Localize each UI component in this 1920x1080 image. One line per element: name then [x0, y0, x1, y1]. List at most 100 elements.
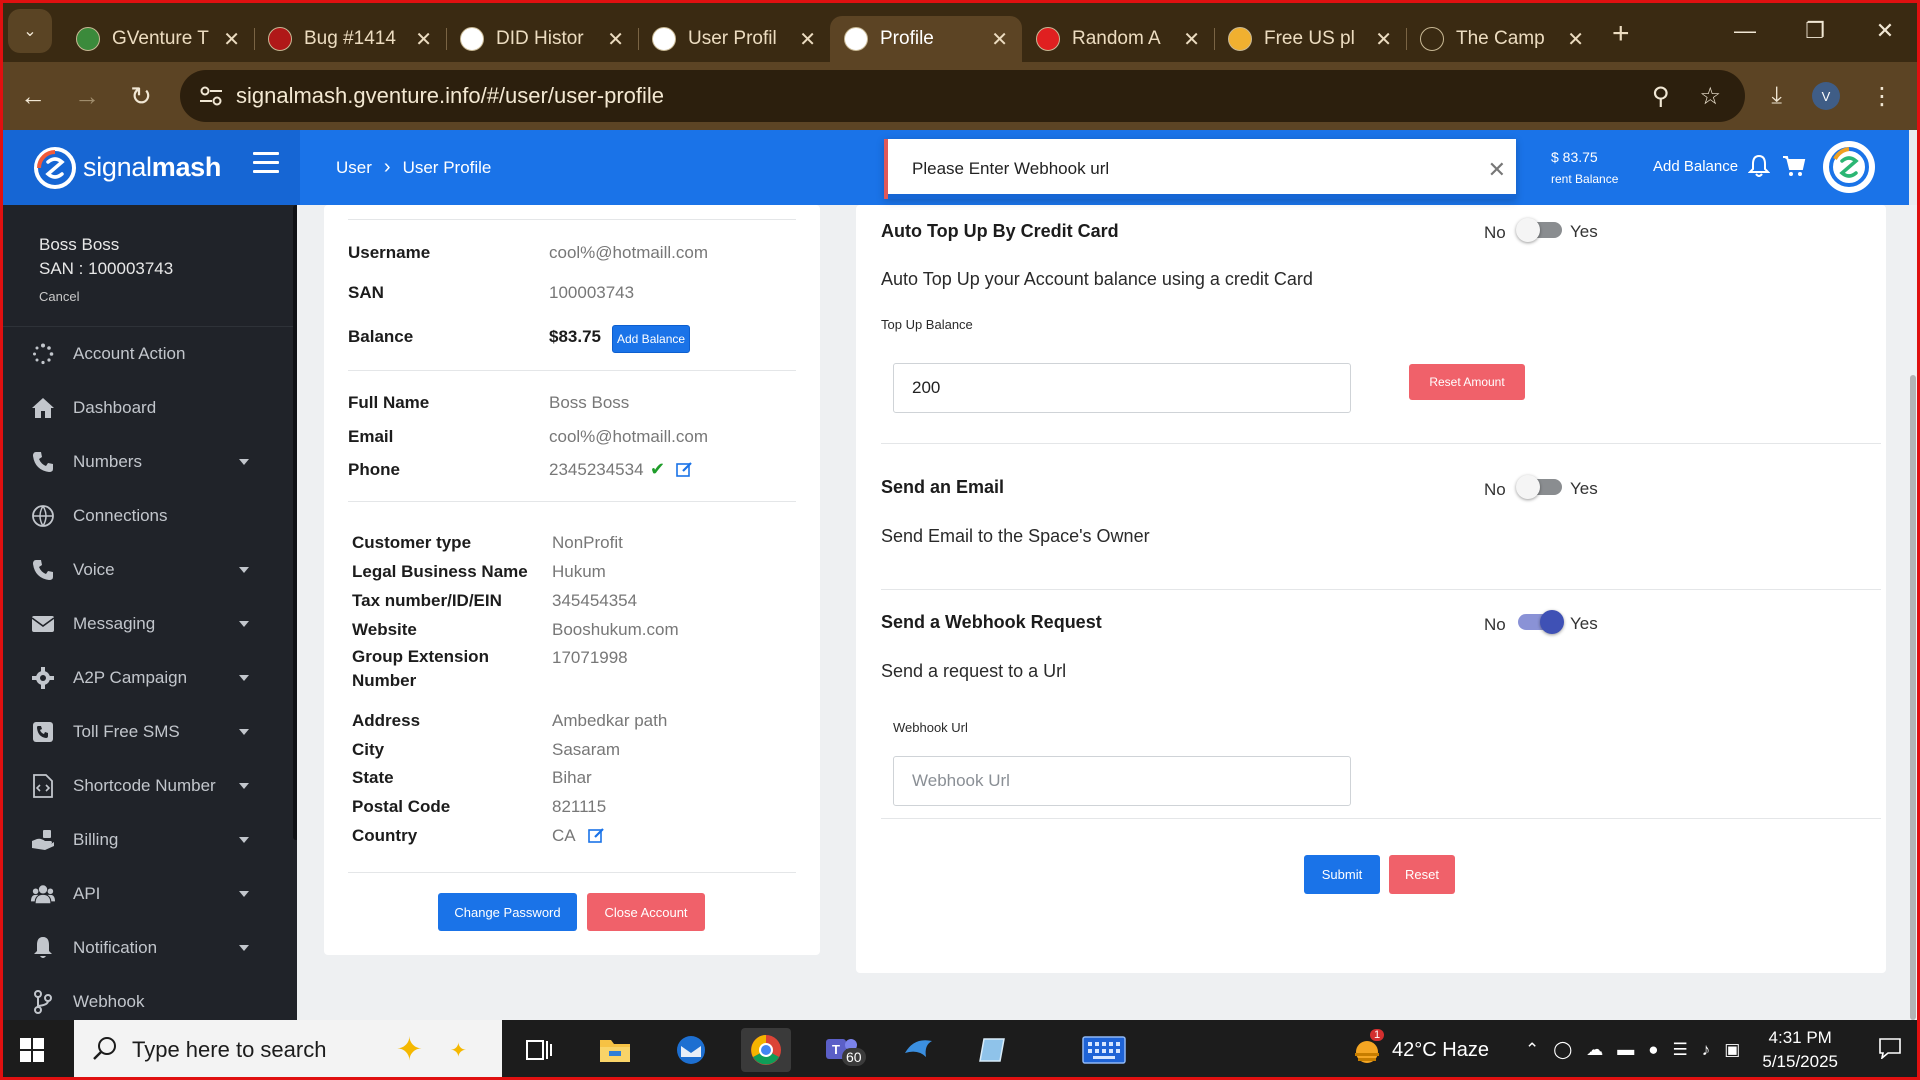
- business-label: Legal Business Name: [352, 562, 528, 581]
- reset-amount-button[interactable]: Reset Amount: [1409, 364, 1525, 400]
- close-tab-icon[interactable]: ✕: [1567, 27, 1584, 52]
- edit-phone-icon[interactable]: [676, 461, 693, 478]
- microphone-icon[interactable]: ●: [1648, 1040, 1658, 1060]
- chevron-up-icon[interactable]: ⌃: [1525, 1040, 1539, 1060]
- close-tab-icon[interactable]: ✕: [415, 27, 432, 52]
- task-view-icon[interactable]: [514, 1028, 564, 1072]
- back-icon[interactable]: ←: [6, 81, 60, 112]
- auto-topup-yes: Yes: [1570, 222, 1598, 241]
- webhook-url-input[interactable]: Webhook Url: [893, 756, 1351, 806]
- topup-balance-input[interactable]: 200: [893, 363, 1351, 413]
- site-settings-icon[interactable]: [198, 84, 224, 108]
- weather-text: 42°C Haze: [1392, 1038, 1489, 1061]
- submit-button[interactable]: Submit: [1304, 855, 1380, 894]
- page-scrollbar[interactable]: [1909, 205, 1917, 1020]
- auto-topup-toggle[interactable]: [1516, 218, 1562, 242]
- close-tab-icon[interactable]: ✕: [607, 27, 624, 52]
- sidebar-item-voice[interactable]: Voice: [3, 543, 297, 597]
- weather-widget[interactable]: 1 42°C Haze: [1352, 1029, 1489, 1065]
- notification-center-icon[interactable]: [1878, 1037, 1902, 1064]
- tab-title: Bug #1414: [304, 28, 396, 49]
- change-password-button[interactable]: Change Password: [438, 893, 577, 931]
- browser-tab[interactable]: The Camp ✕: [1406, 16, 1598, 62]
- notepad-icon[interactable]: [968, 1028, 1018, 1072]
- header-add-balance-link[interactable]: Add Balance: [1653, 158, 1738, 175]
- sidebar-item-account-action[interactable]: Account Action: [3, 327, 297, 381]
- send-email-toggle[interactable]: [1516, 475, 1562, 499]
- sidebar-item-shortcode-number[interactable]: Shortcode Number: [3, 759, 297, 813]
- close-tab-icon[interactable]: ✕: [1183, 27, 1200, 52]
- keyboard-icon[interactable]: [1080, 1028, 1128, 1072]
- sidebar-item-webhook[interactable]: Webhook: [3, 975, 297, 1020]
- sidebar-item-connections[interactable]: Connections: [3, 489, 297, 543]
- speaker-icon[interactable]: ♪: [1702, 1040, 1711, 1060]
- branch-icon: [31, 990, 55, 1014]
- dolphin-app-icon[interactable]: [894, 1028, 944, 1072]
- kebab-menu-icon[interactable]: ⋮: [1870, 82, 1894, 111]
- minimize-icon[interactable]: —: [1710, 18, 1780, 44]
- close-tab-icon[interactable]: ✕: [1375, 27, 1392, 52]
- sidebar-item-notification[interactable]: Notification: [3, 921, 297, 975]
- display-icon[interactable]: ▣: [1724, 1040, 1740, 1060]
- browser-tab[interactable]: DID Histor ✕: [446, 16, 638, 62]
- thunderbird-icon[interactable]: [666, 1028, 716, 1072]
- profile-avatar[interactable]: V: [1812, 82, 1840, 110]
- sidebar-item-api[interactable]: API: [3, 867, 297, 921]
- edit-country-icon[interactable]: [588, 827, 605, 844]
- user-avatar[interactable]: [1823, 141, 1875, 193]
- battery-icon[interactable]: ▬: [1617, 1040, 1634, 1060]
- onedrive-icon[interactable]: ☁: [1586, 1040, 1603, 1060]
- browser-tab[interactable]: Bug #1414 ✕: [254, 16, 446, 62]
- sidebar-item-billing[interactable]: Billing: [3, 813, 297, 867]
- download-icon[interactable]: ⤓: [1771, 82, 1782, 110]
- close-icon[interactable]: ✕: [1488, 157, 1506, 183]
- address-label: Postal Code: [352, 797, 451, 816]
- windows-start-icon[interactable]: [20, 1038, 44, 1062]
- close-window-icon[interactable]: ✕: [1850, 18, 1920, 44]
- close-account-button[interactable]: Close Account: [587, 893, 705, 931]
- bookmark-star-icon[interactable]: ☆: [1699, 82, 1721, 111]
- breadcrumb-user[interactable]: User: [336, 158, 372, 178]
- smiley-icon: [1228, 27, 1252, 51]
- zoom-icon[interactable]: ⚲: [1652, 82, 1670, 111]
- address-bar[interactable]: signalmash.gventure.info/#/user/user-pro…: [180, 70, 1745, 122]
- chrome-icon[interactable]: [741, 1028, 791, 1072]
- close-tab-icon[interactable]: ✕: [799, 27, 816, 52]
- current-balance-caption: rent Balance: [1551, 172, 1619, 186]
- browser-tab[interactable]: Random A ✕: [1022, 16, 1214, 62]
- tab-search-button[interactable]: ⌄: [8, 9, 52, 53]
- taskbar-search[interactable]: Type here to search ✦ ✦: [74, 1020, 502, 1080]
- close-tab-icon[interactable]: ✕: [991, 27, 1008, 52]
- forward-icon[interactable]: →: [60, 81, 114, 112]
- menu-toggle-icon[interactable]: [253, 152, 279, 174]
- webhook-toggle[interactable]: [1518, 610, 1564, 634]
- bell-icon[interactable]: [1748, 154, 1770, 178]
- wifi-icon[interactable]: ☰: [1673, 1040, 1688, 1060]
- taskbar-clock[interactable]: 4:31 PM 5/15/2025: [1762, 1026, 1838, 1074]
- file-explorer-icon[interactable]: [590, 1028, 640, 1072]
- sidebar-item-messaging[interactable]: Messaging: [3, 597, 297, 651]
- browser-tab[interactable]: Free US pl ✕: [1214, 16, 1406, 62]
- cart-icon[interactable]: [1782, 154, 1806, 178]
- sidebar-item-a2p-campaign[interactable]: A2P Campaign: [3, 651, 297, 705]
- browser-tab[interactable]: User Profil ✕: [638, 16, 830, 62]
- browser-tab[interactable]: GVenture T ✕: [62, 16, 254, 62]
- tab-title: The Camp: [1456, 28, 1545, 49]
- caret-down-icon: [239, 837, 249, 843]
- sidebar-item-numbers[interactable]: Numbers: [3, 435, 297, 489]
- caret-down-icon: [239, 459, 249, 465]
- close-tab-icon[interactable]: ✕: [223, 27, 240, 52]
- browser-tab[interactable]: Profile ✕: [830, 16, 1022, 62]
- new-tab-button[interactable]: +: [1612, 17, 1630, 51]
- sidebar-item-toll-free-sms[interactable]: Toll Free SMS: [3, 705, 297, 759]
- address-label: City: [352, 740, 385, 759]
- add-balance-button[interactable]: Add Balance: [612, 325, 691, 353]
- business-value: NonProfit: [552, 533, 623, 552]
- sidebar-item-dashboard[interactable]: Dashboard: [3, 381, 297, 435]
- restore-icon[interactable]: ❐: [1780, 18, 1850, 44]
- reset-button[interactable]: Reset: [1389, 855, 1455, 894]
- reload-icon[interactable]: ↻: [114, 81, 168, 112]
- teams-icon[interactable]: T 60: [818, 1028, 868, 1072]
- meet-now-icon[interactable]: ◯: [1553, 1040, 1572, 1060]
- sidebar-cancel-link[interactable]: Cancel: [39, 289, 297, 304]
